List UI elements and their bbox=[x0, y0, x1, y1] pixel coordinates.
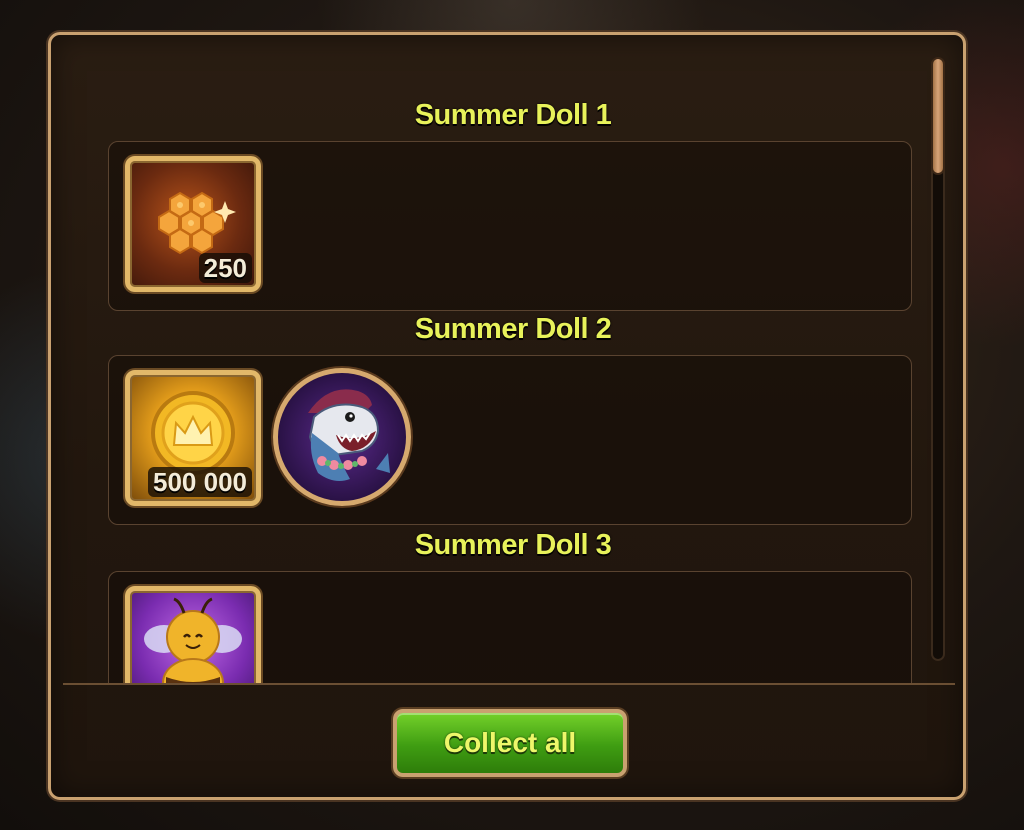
section-title: Summer Doll 2 bbox=[414, 313, 612, 345]
footer-divider bbox=[63, 683, 955, 685]
reward-item[interactable]: 500 000 bbox=[125, 370, 261, 506]
shark-hero-avatar bbox=[308, 389, 390, 481]
reward-row: 500 000 bbox=[108, 355, 912, 525]
rewards-dialog: Summer Doll 1 250 Summer Doll 2 500 000 … bbox=[48, 32, 966, 800]
bee-pet-icon bbox=[144, 597, 242, 683]
reward-quantity: 500 000 bbox=[148, 467, 252, 497]
collect-all-button[interactable]: Collect all bbox=[393, 709, 627, 777]
scrollbar-thumb[interactable] bbox=[931, 57, 945, 175]
section-title: Summer Doll 1 bbox=[414, 99, 612, 131]
section-title: Summer Doll 3 bbox=[414, 529, 612, 561]
reward-item[interactable]: 250 bbox=[125, 156, 261, 292]
reward-row: 250 bbox=[108, 141, 912, 311]
hero-portrait[interactable] bbox=[273, 368, 411, 506]
reward-quantity: 250 bbox=[198, 253, 252, 283]
reward-row bbox=[108, 571, 912, 683]
reward-item[interactable] bbox=[125, 586, 261, 683]
rewards-scroll-area[interactable]: Summer Doll 1 250 Summer Doll 2 500 000 … bbox=[63, 55, 943, 683]
